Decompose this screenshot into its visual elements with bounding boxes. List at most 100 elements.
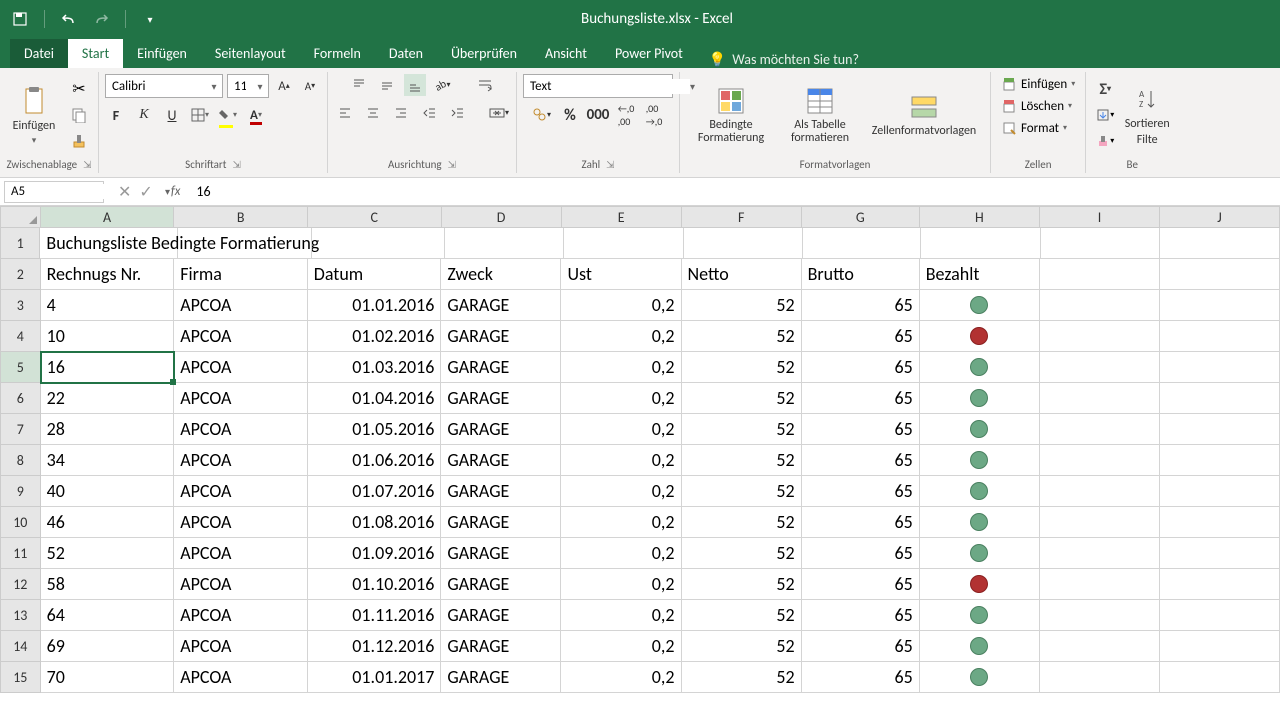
row-header[interactable]: 12 <box>0 569 41 600</box>
number-format-combo[interactable]: ▾ <box>523 74 673 98</box>
cell[interactable]: 0,2 <box>561 538 681 569</box>
currency-button[interactable]: ▾ <box>531 104 553 126</box>
row-header[interactable]: 3 <box>0 290 41 321</box>
paste-button[interactable]: Einfügen ▾ <box>6 85 62 146</box>
cell[interactable]: 65 <box>802 352 920 383</box>
cell[interactable]: Netto <box>682 259 802 290</box>
font-color-button[interactable]: A ▾ <box>245 104 267 126</box>
cell[interactable]: Buchungsliste Bedingte Formatierung <box>40 228 178 259</box>
decrease-indent-button[interactable] <box>418 102 440 124</box>
cell[interactable]: APCOA <box>174 352 308 383</box>
cell[interactable] <box>1040 445 1160 476</box>
number-dialog-icon[interactable]: ⇲ <box>606 158 614 171</box>
border-button[interactable]: ▾ <box>189 104 211 126</box>
bold-button[interactable]: F <box>105 104 127 126</box>
merge-button[interactable]: ▾ <box>488 102 510 124</box>
cell[interactable]: 52 <box>41 538 175 569</box>
cell[interactable]: 52 <box>682 662 802 693</box>
cell[interactable]: 16 <box>41 352 175 383</box>
cell[interactable]: 52 <box>682 414 802 445</box>
cell[interactable]: 65 <box>802 383 920 414</box>
cell[interactable] <box>920 476 1040 507</box>
cell[interactable] <box>920 352 1040 383</box>
cell[interactable]: 46 <box>41 507 175 538</box>
cell[interactable]: 52 <box>682 507 802 538</box>
align-bottom-button[interactable] <box>404 74 426 96</box>
decrease-font-button[interactable]: A▾ <box>299 75 321 97</box>
align-right-button[interactable] <box>390 102 412 124</box>
cell[interactable]: 64 <box>41 600 175 631</box>
cell[interactable]: 52 <box>682 476 802 507</box>
cell[interactable]: 52 <box>682 445 802 476</box>
cell[interactable] <box>920 445 1040 476</box>
cell[interactable]: APCOA <box>174 290 308 321</box>
cell[interactable]: 0,2 <box>561 445 681 476</box>
cell[interactable]: 70 <box>41 662 175 693</box>
cell[interactable] <box>1040 290 1160 321</box>
cell[interactable]: 01.11.2016 <box>308 600 442 631</box>
cell[interactable]: 65 <box>802 631 920 662</box>
cell[interactable]: Zweck <box>441 259 561 290</box>
cell[interactable]: 0,2 <box>561 569 681 600</box>
cell[interactable] <box>312 228 445 259</box>
row-header[interactable]: 1 <box>0 228 40 259</box>
cell[interactable] <box>1040 662 1160 693</box>
autosum-button[interactable]: Σ▾ <box>1092 78 1118 100</box>
cell[interactable] <box>920 383 1040 414</box>
tell-me-search[interactable]: 💡 Was möchten Sie tun? <box>709 51 859 68</box>
cell[interactable]: 65 <box>802 476 920 507</box>
tab-data[interactable]: Daten <box>375 39 437 68</box>
cell[interactable] <box>1160 662 1280 693</box>
cell[interactable] <box>1160 321 1280 352</box>
cell[interactable]: Brutto <box>802 259 920 290</box>
cell[interactable]: 52 <box>682 600 802 631</box>
cell[interactable] <box>1160 228 1280 259</box>
cell[interactable]: GARAGE <box>441 476 561 507</box>
cell[interactable] <box>1160 290 1280 321</box>
undo-button[interactable] <box>57 7 81 31</box>
cell[interactable]: APCOA <box>174 662 308 693</box>
cell[interactable] <box>1160 259 1280 290</box>
cell[interactable] <box>1040 507 1160 538</box>
cell[interactable] <box>1160 352 1280 383</box>
cell[interactable]: 65 <box>802 290 920 321</box>
cell[interactable] <box>1160 569 1280 600</box>
save-button[interactable] <box>8 7 32 31</box>
copy-button[interactable] <box>66 104 92 126</box>
insert-cells-button[interactable]: Einfügen▾ <box>997 74 1079 94</box>
cell[interactable]: 22 <box>41 383 175 414</box>
cell[interactable] <box>1160 600 1280 631</box>
cell[interactable]: 01.07.2016 <box>308 476 442 507</box>
tab-review[interactable]: Überprüfen <box>437 39 531 68</box>
cell[interactable]: 58 <box>41 569 175 600</box>
cell[interactable] <box>1040 476 1160 507</box>
cell[interactable]: 01.09.2016 <box>308 538 442 569</box>
cell[interactable]: GARAGE <box>441 290 561 321</box>
cell[interactable]: Bezahlt <box>920 259 1040 290</box>
cell[interactable]: 28 <box>41 414 175 445</box>
row-header[interactable]: 14 <box>0 631 41 662</box>
col-header-f[interactable]: F <box>682 206 802 228</box>
tab-formulas[interactable]: Formeln <box>300 39 375 68</box>
cell[interactable]: Datum <box>308 259 442 290</box>
fill-color-button[interactable]: ▾ <box>217 104 239 126</box>
name-box[interactable]: ▾ <box>4 181 104 203</box>
cell[interactable] <box>920 662 1040 693</box>
cell[interactable]: APCOA <box>174 569 308 600</box>
cell[interactable]: GARAGE <box>441 631 561 662</box>
cell[interactable] <box>1160 476 1280 507</box>
cell[interactable] <box>1160 538 1280 569</box>
cell[interactable]: 01.01.2017 <box>308 662 442 693</box>
row-header[interactable]: 9 <box>0 476 41 507</box>
cell[interactable]: 4 <box>41 290 175 321</box>
tab-view[interactable]: Ansicht <box>531 39 601 68</box>
tab-powerpivot[interactable]: Power Pivot <box>601 39 697 68</box>
cell[interactable]: 01.10.2016 <box>308 569 442 600</box>
cell[interactable] <box>1160 631 1280 662</box>
chevron-down-icon[interactable]: ▾ <box>206 80 222 93</box>
row-header[interactable]: 2 <box>0 259 41 290</box>
cell[interactable]: APCOA <box>174 476 308 507</box>
tab-file[interactable]: Datei <box>10 39 68 68</box>
cell[interactable]: Ust <box>561 259 681 290</box>
col-header-i[interactable]: I <box>1040 206 1160 228</box>
